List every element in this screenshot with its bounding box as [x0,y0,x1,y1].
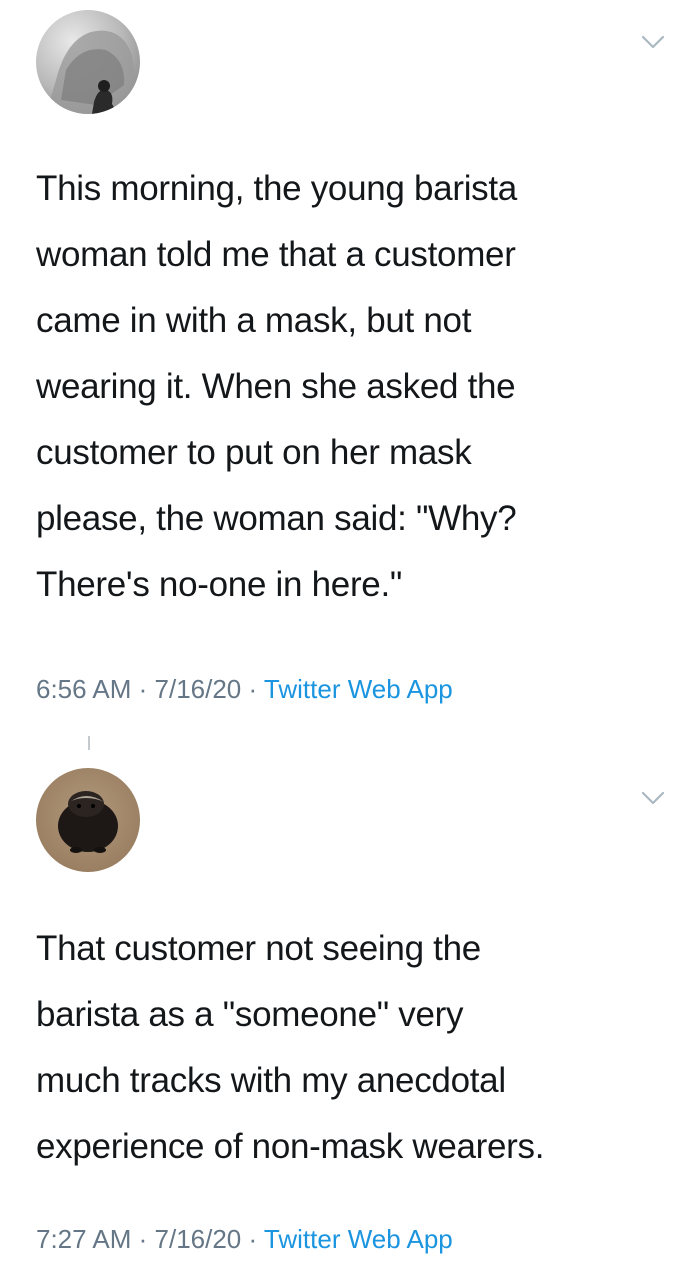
tweet-time[interactable]: 6:56 AM [36,674,131,704]
tweet-meta: 6:56 AM · 7/16/20 · Twitter Web App [36,674,453,705]
tweet-meta: 7:27 AM · 7/16/20 · Twitter Web App [36,1224,453,1255]
avatar-gray-landscape-icon [36,10,140,114]
separator: · [241,1224,264,1254]
chevron-down-icon[interactable] [640,32,666,52]
avatar[interactable] [36,768,140,872]
tweet-source-link[interactable]: Twitter Web App [264,674,453,704]
separator: · [131,674,155,704]
chevron-down-icon[interactable] [640,788,666,808]
separator: · [131,1224,155,1254]
tweet[interactable]: This morning, the young barista woman to… [0,0,700,720]
separator: · [241,674,264,704]
tweet-date[interactable]: 7/16/20 [155,1224,242,1254]
tweet-date[interactable]: 7/16/20 [155,674,242,704]
avatar[interactable] [36,10,140,114]
tweet[interactable]: That customer not seeing the barista as … [0,730,700,1280]
avatar-honey-badger-icon [36,768,140,872]
tweet-text: That customer not seeing the barista as … [36,929,545,1166]
thread-connector [88,736,90,750]
tweet-time[interactable]: 7:27 AM [36,1224,131,1254]
tweet-text: This morning, the young barista woman to… [36,169,517,604]
tweet-source-link[interactable]: Twitter Web App [264,1224,453,1254]
